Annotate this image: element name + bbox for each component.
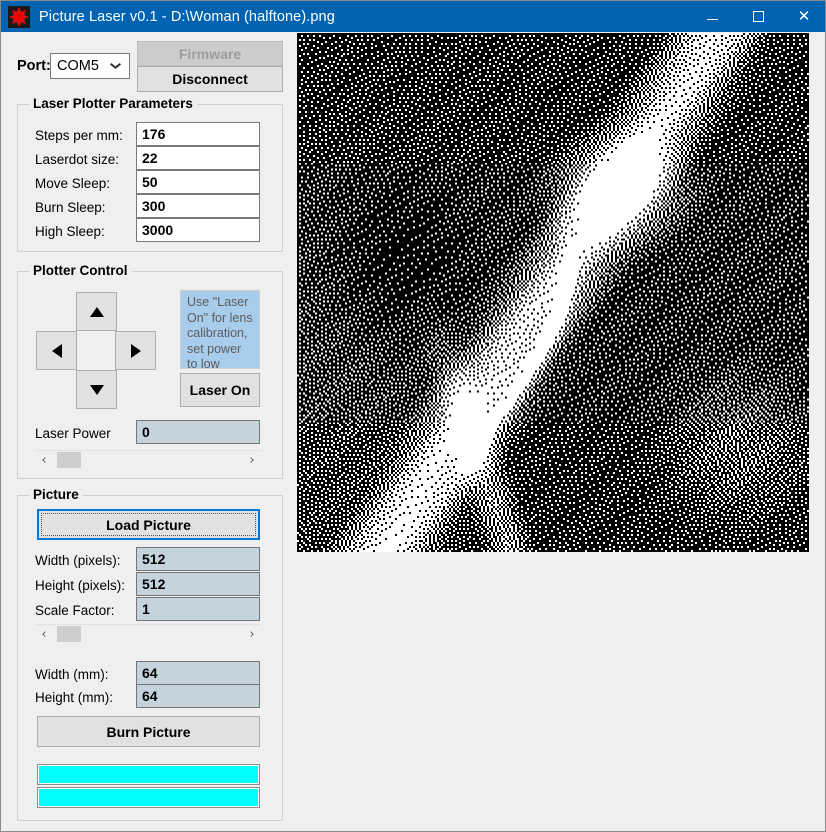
- scale-factor-label: Scale Factor:: [35, 603, 115, 618]
- high-sleep-value: 3000: [142, 222, 174, 238]
- move-sleep-label: Move Sleep:: [35, 176, 111, 191]
- laser-power-value: 0: [142, 424, 150, 440]
- slider-track-line: [35, 450, 261, 451]
- height-pixels-value: 512: [142, 576, 166, 592]
- picture-title: Picture: [29, 487, 83, 502]
- dpad-center-spacer: [77, 331, 116, 370]
- height-pixels-field: 512: [136, 572, 260, 596]
- burn-sleep-value: 300: [142, 198, 166, 214]
- width-mm-field: 64: [136, 661, 260, 685]
- laser-power-slider[interactable]: ‹ ›: [35, 450, 261, 470]
- high-sleep-input[interactable]: 3000: [136, 218, 260, 242]
- burn-picture-button-label: Burn Picture: [106, 723, 191, 740]
- progress-bar-primary: [37, 764, 260, 785]
- arrow-left-icon: [51, 343, 62, 358]
- laser-on-button[interactable]: Laser On: [180, 373, 260, 407]
- port-label: Port:: [17, 58, 51, 74]
- scale-increase-button[interactable]: ›: [243, 624, 261, 644]
- move-left-button[interactable]: [36, 331, 77, 370]
- steps-per-mm-value: 176: [142, 126, 166, 142]
- arrow-down-icon: [89, 384, 104, 395]
- laser-plotter-parameters-title: Laser Plotter Parameters: [29, 96, 197, 111]
- close-icon: ✕: [797, 7, 811, 25]
- steps-per-mm-label: Steps per mm:: [35, 128, 123, 143]
- focus-outline: [41, 513, 256, 536]
- arrow-right-icon: [130, 343, 141, 358]
- progress-bar-secondary: [37, 787, 260, 808]
- move-up-button[interactable]: [76, 292, 117, 331]
- laserdot-size-label: Laserdot size:: [35, 152, 120, 167]
- steps-per-mm-input[interactable]: 176: [136, 122, 260, 146]
- width-pixels-field: 512: [136, 547, 260, 571]
- move-sleep-value: 50: [142, 174, 158, 190]
- move-right-button[interactable]: [115, 331, 156, 370]
- laser-calibration-hint-text: Use "Laser On" for lens calibration, set…: [187, 295, 253, 369]
- burn-sleep-input[interactable]: 300: [136, 194, 260, 218]
- firmware-button-label: Firmware: [178, 45, 242, 62]
- scale-factor-slider[interactable]: ‹ ›: [35, 624, 261, 644]
- scale-slider-track-line: [35, 624, 261, 625]
- slider-thumb[interactable]: [57, 452, 81, 468]
- width-pixels-value: 512: [142, 551, 166, 567]
- window-controls: ✕: [689, 1, 825, 32]
- height-mm-field: 64: [136, 684, 260, 708]
- scale-decrease-button[interactable]: ‹: [35, 624, 53, 644]
- scale-factor-field: 1: [136, 597, 260, 621]
- chevron-down-icon: [111, 63, 120, 68]
- maximize-icon: [752, 11, 764, 22]
- scale-factor-value: 1: [142, 601, 150, 617]
- width-mm-label: Width (mm):: [35, 667, 109, 682]
- slider-increase-button[interactable]: ›: [243, 450, 261, 470]
- disconnect-button[interactable]: Disconnect: [137, 66, 283, 92]
- firmware-button[interactable]: Firmware: [137, 41, 283, 66]
- burn-picture-button[interactable]: Burn Picture: [37, 716, 260, 747]
- height-pixels-label: Height (pixels):: [35, 578, 126, 593]
- laser-on-button-label: Laser On: [189, 382, 251, 398]
- close-button[interactable]: ✕: [781, 1, 825, 32]
- app-window: Picture Laser v0.1 - D:\Woman (halftone)…: [0, 0, 826, 832]
- load-picture-button[interactable]: Load Picture: [37, 509, 260, 540]
- width-mm-value: 64: [142, 665, 158, 681]
- arrow-up-icon: [89, 306, 104, 317]
- halftone-picture-preview[interactable]: [297, 33, 809, 552]
- minimize-icon: [706, 18, 718, 20]
- minimize-button[interactable]: [689, 1, 735, 32]
- laserdot-size-input[interactable]: 22: [136, 146, 260, 170]
- height-mm-value: 64: [142, 688, 158, 704]
- progress-bar-secondary-fill: [39, 789, 258, 806]
- disconnect-button-label: Disconnect: [172, 71, 248, 87]
- laser-power-label: Laser Power: [35, 426, 111, 441]
- title-bar: Picture Laser v0.1 - D:\Woman (halftone)…: [1, 1, 825, 32]
- burn-sleep-label: Burn Sleep:: [35, 200, 106, 215]
- height-mm-label: Height (mm):: [35, 690, 114, 705]
- scale-slider-thumb[interactable]: [57, 626, 81, 642]
- laserdot-size-value: 22: [142, 150, 158, 166]
- laser-power-value-field: 0: [136, 420, 260, 444]
- high-sleep-label: High Sleep:: [35, 224, 105, 239]
- move-down-button[interactable]: [76, 370, 117, 409]
- window-title: Picture Laser v0.1 - D:\Woman (halftone)…: [39, 8, 335, 25]
- halftone-canvas: [297, 33, 809, 552]
- port-select[interactable]: COM5: [50, 53, 130, 79]
- app-laser-icon: [8, 5, 30, 28]
- width-pixels-label: Width (pixels):: [35, 553, 121, 568]
- progress-bar-primary-fill: [39, 766, 258, 783]
- slider-decrease-button[interactable]: ‹: [35, 450, 53, 470]
- move-sleep-input[interactable]: 50: [136, 170, 260, 194]
- plotter-control-title: Plotter Control: [29, 263, 132, 278]
- laser-calibration-hint: Use "Laser On" for lens calibration, set…: [180, 290, 260, 369]
- port-selected-value: COM5: [57, 58, 99, 74]
- maximize-button[interactable]: [735, 1, 781, 32]
